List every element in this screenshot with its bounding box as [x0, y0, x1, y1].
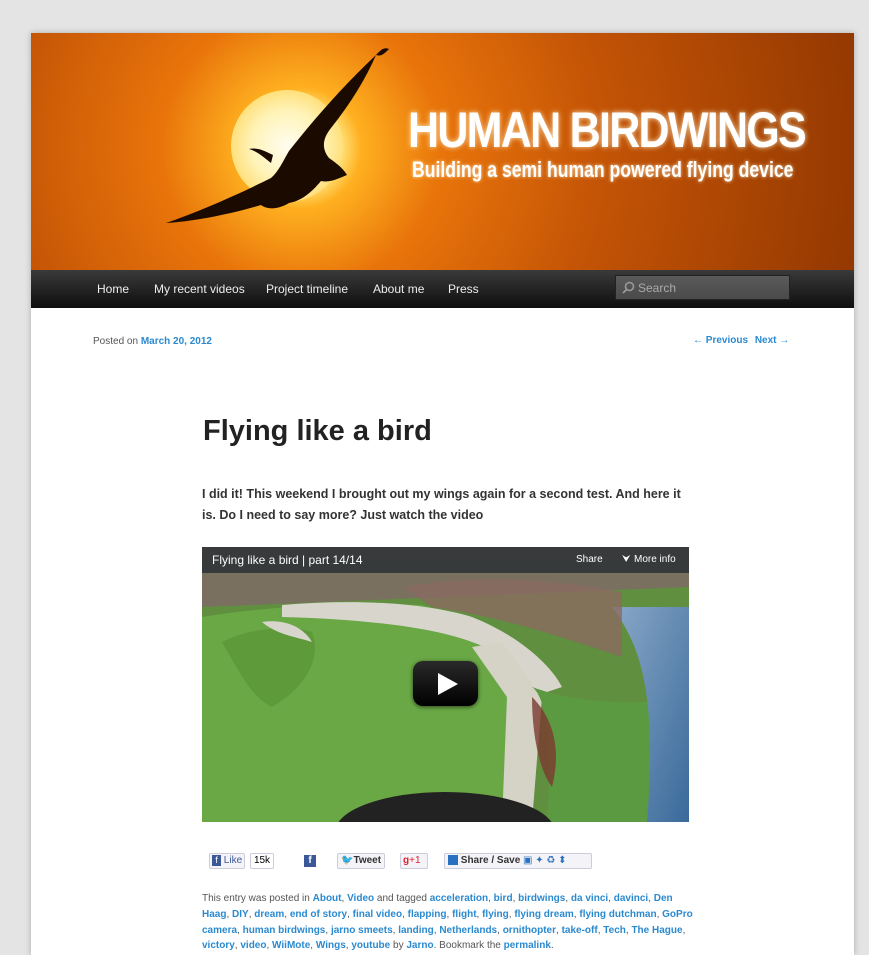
- category-link[interactable]: Video: [347, 893, 374, 904]
- gplus-label: +1: [409, 855, 421, 866]
- main-navigation: Home My recent videos Project timeline A…: [31, 270, 854, 308]
- tag-link[interactable]: video: [240, 940, 266, 951]
- tag-link[interactable]: Wings: [316, 940, 346, 951]
- next-link[interactable]: Next →: [755, 335, 789, 346]
- tag-link[interactable]: end of story: [290, 909, 347, 920]
- permalink-link[interactable]: permalink: [504, 940, 551, 951]
- share-services-icons: ▣ ✦ ♻ ⬍: [523, 855, 567, 866]
- pelican-silhouette: [166, 48, 389, 223]
- post-date: Posted on March 20, 2012: [93, 336, 212, 347]
- tag-link[interactable]: flapping: [408, 909, 447, 920]
- tag-link[interactable]: flying: [482, 909, 509, 920]
- tag-link[interactable]: bird: [494, 893, 513, 904]
- post-navigation: ← Previous Next →: [689, 335, 789, 346]
- tag-link[interactable]: take-off: [562, 925, 598, 936]
- meta-text: .: [550, 940, 554, 952]
- site-description: Building a semi human powered flying dev…: [412, 157, 794, 182]
- tag-link[interactable]: landing: [398, 925, 434, 936]
- tag-link[interactable]: ornithopter: [503, 925, 556, 936]
- video-share-button[interactable]: Share: [576, 554, 603, 565]
- more-info-label: More info: [634, 554, 676, 565]
- tag-link[interactable]: victory: [202, 940, 235, 951]
- search-box[interactable]: [615, 275, 790, 300]
- facebook-share-icon[interactable]: f: [304, 855, 316, 867]
- nav-item-about-me[interactable]: About me: [373, 282, 424, 296]
- tag-link[interactable]: Tech: [603, 925, 626, 936]
- post-meta: This entry was posted in About, Video an…: [202, 893, 693, 952]
- tag-link[interactable]: DIY: [232, 909, 249, 920]
- facebook-icon: f: [212, 854, 221, 866]
- chevron-down-icon: ⮟: [622, 554, 631, 565]
- meta-text: by: [393, 940, 404, 952]
- meta-text: This entry was posted in: [202, 893, 310, 904]
- nav-item-my-recent-videos[interactable]: My recent videos: [154, 282, 245, 296]
- video-title-bar: Flying like a bird | part 14/14 Share ⮟ M…: [202, 547, 689, 573]
- tag-link[interactable]: human birdwings: [243, 925, 326, 936]
- video-player[interactable]: Flying like a bird | part 14/14 Share ⮟ M…: [202, 547, 689, 822]
- site-header-banner[interactable]: HUMAN BIRDWINGS Building a semi human po…: [31, 33, 854, 270]
- posted-on-label: Posted on: [93, 336, 139, 347]
- tag-link[interactable]: final video: [353, 909, 402, 920]
- category-link[interactable]: About: [313, 893, 342, 904]
- share-save-button[interactable]: Share / Save ▣ ✦ ♻ ⬍: [444, 853, 592, 869]
- share-save-label: Share / Save: [460, 855, 521, 866]
- tag-link[interactable]: flight: [452, 909, 476, 920]
- tag-link[interactable]: dream: [254, 909, 284, 920]
- play-button[interactable]: [413, 661, 478, 706]
- tag-link[interactable]: WiiMote: [272, 940, 310, 951]
- tweet-button[interactable]: 🐦Tweet: [337, 853, 385, 869]
- post-date-link[interactable]: March 20, 2012: [141, 336, 212, 347]
- tag-link[interactable]: flying dream: [514, 909, 573, 920]
- author-link[interactable]: Jarno: [406, 940, 433, 951]
- tag-link[interactable]: Netherlands: [439, 925, 497, 936]
- tag-link[interactable]: jarno smeets: [331, 925, 393, 936]
- tag-link[interactable]: youtube: [351, 940, 390, 951]
- tag-link[interactable]: The Hague: [631, 925, 682, 936]
- like-label: Like: [223, 855, 243, 866]
- page: HUMAN BIRDWINGS Building a semi human po…: [31, 33, 854, 955]
- tag-link[interactable]: birdwings: [518, 893, 565, 904]
- tweet-label: Tweet: [353, 855, 382, 866]
- tag-link[interactable]: flying dutchman: [579, 909, 656, 920]
- meta-text: . Bookmark the: [433, 940, 501, 952]
- like-count: 15k: [250, 853, 274, 869]
- search-icon: [622, 281, 635, 294]
- facebook-like-button[interactable]: f Like: [209, 853, 245, 869]
- tag-link[interactable]: davinci: [614, 893, 648, 904]
- video-title[interactable]: Flying like a bird | part 14/14: [212, 553, 363, 567]
- nav-item-project-timeline[interactable]: Project timeline: [266, 282, 348, 296]
- tag-link[interactable]: acceleration: [430, 893, 488, 904]
- meta-text: and tagged: [376, 893, 427, 904]
- previous-link[interactable]: ← Previous: [693, 335, 748, 346]
- twitter-icon: 🐦: [341, 855, 354, 866]
- post-intro: I did it! This weekend I brought out my …: [202, 487, 681, 522]
- google-plus-button[interactable]: g+1: [400, 853, 428, 869]
- post-title[interactable]: Flying like a bird: [203, 415, 432, 448]
- nav-item-home[interactable]: Home: [97, 282, 129, 296]
- search-input[interactable]: [638, 279, 786, 296]
- tag-link[interactable]: da vinci: [571, 893, 608, 904]
- video-more-info-button[interactable]: ⮟ More info: [622, 554, 676, 565]
- nav-item-press[interactable]: Press: [448, 282, 479, 296]
- addtoany-icon: [448, 855, 458, 866]
- site-title[interactable]: HUMAN BIRDWINGS: [408, 101, 807, 159]
